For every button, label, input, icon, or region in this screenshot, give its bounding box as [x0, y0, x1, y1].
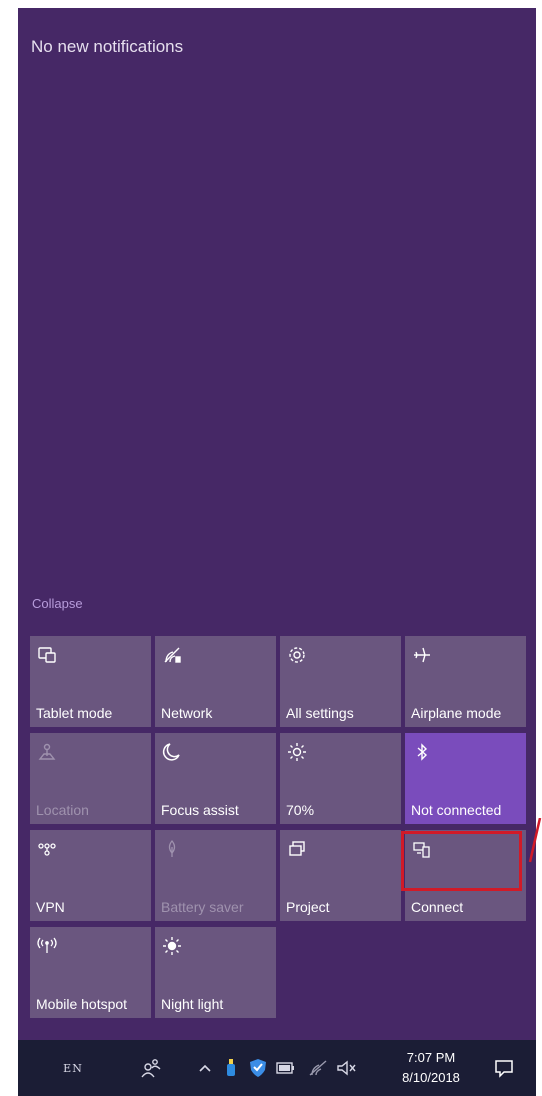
- network-icon: [161, 644, 183, 666]
- tablet-mode-icon: [36, 644, 58, 666]
- tile-mobile-hotspot[interactable]: Mobile hotspot: [30, 927, 151, 1018]
- bluetooth-icon: [411, 741, 433, 763]
- tile-tablet-mode[interactable]: Tablet mode: [30, 636, 151, 727]
- tile-label: VPN: [36, 899, 65, 915]
- tile-night-light[interactable]: Night light: [155, 927, 276, 1018]
- location-icon: [36, 741, 58, 763]
- language-label: EN: [63, 1061, 83, 1075]
- tile-label: 70%: [286, 802, 315, 818]
- wifi-icon[interactable]: [305, 1040, 331, 1096]
- defender-icon[interactable]: [246, 1040, 270, 1096]
- moon-icon: [161, 741, 183, 763]
- battery-icon[interactable]: [273, 1040, 299, 1096]
- tile-label: Night light: [161, 996, 224, 1012]
- tile-battery-saver[interactable]: Battery saver: [155, 830, 276, 921]
- chevron-up-icon[interactable]: [194, 1040, 216, 1096]
- project-icon: [286, 838, 308, 860]
- tile-all-settings[interactable]: All settings: [280, 636, 401, 727]
- people-icon[interactable]: [136, 1040, 166, 1096]
- action-center-icon[interactable]: [484, 1040, 524, 1096]
- tile-label: Project: [286, 899, 330, 915]
- usb-icon[interactable]: [220, 1040, 242, 1096]
- screen: No new notifications Collapse Tablet mod…: [0, 0, 542, 1096]
- taskbar: EN 7:07 PM 8/10/2018: [18, 1040, 536, 1096]
- tile-location[interactable]: Location: [30, 733, 151, 824]
- notifications-header: No new notifications: [31, 37, 184, 56]
- language-indicator[interactable]: EN: [58, 1040, 88, 1096]
- tile-label: Not connected: [411, 802, 502, 818]
- tile-network[interactable]: Network: [155, 636, 276, 727]
- gear-icon: [286, 644, 308, 666]
- clock-time: 7:07 PM: [406, 1050, 456, 1065]
- collapse-link[interactable]: Collapse: [32, 596, 83, 611]
- tile-label: Focus assist: [161, 802, 239, 818]
- volume-muted-icon[interactable]: [333, 1040, 361, 1096]
- tile-focus-assist[interactable]: Focus assist: [155, 733, 276, 824]
- tile-label: Mobile hotspot: [36, 996, 128, 1012]
- tile-vpn[interactable]: VPN: [30, 830, 151, 921]
- tile-project[interactable]: Project: [280, 830, 401, 921]
- tile-label: Battery saver: [161, 899, 244, 915]
- tile-brightness[interactable]: 70%: [280, 733, 401, 824]
- red-arrow-annotation: [528, 818, 542, 863]
- tile-label: Network: [161, 705, 213, 721]
- connect-highlight-box: [401, 831, 522, 891]
- battery-saver-icon: [161, 838, 183, 860]
- tile-label: Tablet mode: [36, 705, 113, 721]
- tile-bluetooth[interactable]: Not connected: [405, 733, 526, 824]
- night-light-icon: [161, 935, 183, 957]
- clock-date: 8/10/2018: [402, 1070, 460, 1085]
- airplane-icon: [411, 644, 433, 666]
- vpn-icon: [36, 838, 58, 860]
- tile-airplane-mode[interactable]: Airplane mode: [405, 636, 526, 727]
- tile-label: Location: [36, 802, 89, 818]
- tile-label: All settings: [286, 705, 354, 721]
- brightness-icon: [286, 741, 308, 763]
- clock[interactable]: 7:07 PM 8/10/2018: [393, 1048, 469, 1088]
- hotspot-icon: [36, 935, 58, 957]
- tile-label: Airplane mode: [411, 705, 502, 721]
- tile-label: Connect: [411, 899, 464, 915]
